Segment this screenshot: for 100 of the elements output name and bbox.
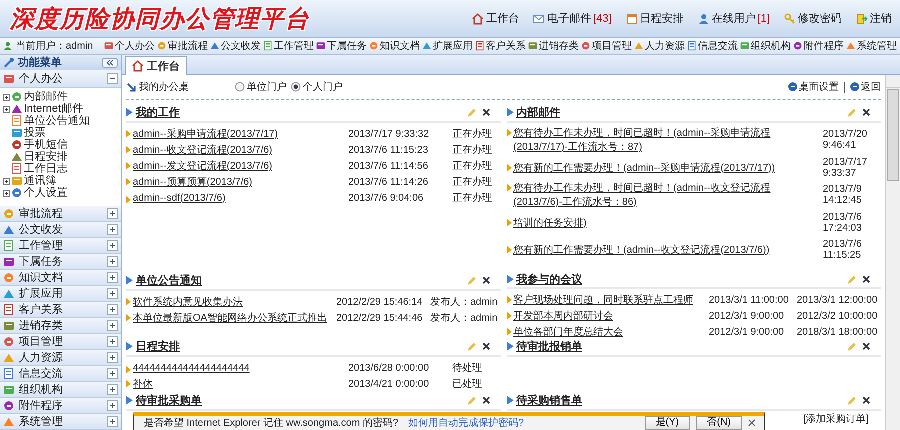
plus-icon[interactable] xyxy=(107,400,118,411)
close-icon[interactable] xyxy=(862,274,871,284)
menu-section[interactable]: 下属任务 xyxy=(0,254,121,270)
plus-icon[interactable] xyxy=(107,384,118,395)
menu-section[interactable]: 进销存类 xyxy=(0,318,121,334)
menu-section[interactable]: 工作管理 xyxy=(0,238,121,254)
plus-icon[interactable] xyxy=(107,224,118,235)
tree-item[interactable]: 通讯簿 xyxy=(3,175,121,188)
panel-title[interactable]: 待审批报销单 xyxy=(516,339,582,354)
module-link[interactable]: 项目管理 xyxy=(581,39,632,53)
plus-icon[interactable] xyxy=(107,272,118,283)
module-link[interactable]: 工作管理 xyxy=(263,39,314,53)
module-link[interactable]: 人力资源 xyxy=(634,39,685,53)
close-icon[interactable] xyxy=(862,396,871,404)
radio-icon[interactable] xyxy=(235,82,245,92)
module-link[interactable]: 公文收发 xyxy=(210,39,261,53)
minus-icon[interactable] xyxy=(107,73,118,84)
tree-item[interactable]: 工作日志 xyxy=(3,163,121,176)
close-icon[interactable] xyxy=(862,108,871,116)
header-link[interactable]: 注销 xyxy=(856,11,892,26)
header-link[interactable]: 日程安排 xyxy=(626,11,684,26)
tree-item[interactable]: 内部邮件 xyxy=(3,91,121,104)
plus-icon[interactable] xyxy=(107,336,118,347)
collapse-icon[interactable] xyxy=(102,58,118,68)
item-link[interactable]: 补休 xyxy=(133,377,153,391)
menu-section[interactable]: 客户关系 xyxy=(0,302,121,318)
item-link[interactable]: 软件系统内意见收集办法 xyxy=(133,295,243,309)
tree-item[interactable]: Internet邮件 xyxy=(3,103,121,116)
portal-radio[interactable]: 个人门户 xyxy=(291,80,343,94)
close-icon[interactable] xyxy=(482,342,490,350)
menu-section[interactable]: 组织机构 xyxy=(0,382,121,398)
module-link[interactable]: 系统管理 xyxy=(846,39,897,53)
module-link[interactable]: 进销存类 xyxy=(528,39,579,53)
menu-section[interactable]: 附件程序 xyxy=(0,398,121,414)
menu-section[interactable]: 系统管理 xyxy=(0,414,121,430)
menu-section[interactable]: 信息交流 xyxy=(0,366,121,382)
menu-section[interactable]: 审批流程 xyxy=(0,206,121,222)
module-link[interactable]: 扩展应用 xyxy=(422,39,473,53)
module-link[interactable]: 下属任务 xyxy=(316,39,367,53)
scrollbar[interactable] xyxy=(885,75,900,430)
item-link[interactable]: 单位各部门年度总结大会 xyxy=(514,325,624,339)
panel-title[interactable]: 待采购销售单 xyxy=(516,393,582,408)
module-link[interactable]: 附件程序 xyxy=(793,39,844,53)
module-link[interactable]: 信息交流 xyxy=(687,39,738,53)
tab[interactable]: 工作台 xyxy=(125,56,187,75)
plus-icon[interactable] xyxy=(107,304,118,315)
tree-item[interactable]: 单位公告通知 xyxy=(3,115,121,128)
desk-action-link[interactable]: 桌面设置 xyxy=(788,80,839,94)
close-icon[interactable] xyxy=(862,342,871,350)
item-link[interactable]: 您有待办工作未办理，时间已超时！(admin--收文登记流程(2013/7/6)-工作流水号：86) xyxy=(514,181,819,209)
item-link[interactable]: 您有新的工作需要办理！(admin--收文登记流程(2013/7/6)) xyxy=(514,242,770,256)
module-link[interactable]: 客户关系 xyxy=(475,39,526,53)
menu-section[interactable]: 扩展应用 xyxy=(0,286,121,302)
module-link[interactable]: 个人办公 xyxy=(104,39,155,53)
item-link[interactable]: 培训的任务安排) xyxy=(514,216,587,230)
expand-icon[interactable] xyxy=(3,190,10,197)
menu-section[interactable]: 知识文档 xyxy=(0,270,121,286)
item-link[interactable]: admin--收文登记流程(2013/7/6) xyxy=(133,143,272,157)
help-link[interactable]: 如何用自动完成保护密码? xyxy=(408,416,524,430)
item-link[interactable]: 开发部本周内部研讨会 xyxy=(514,309,614,323)
panel-title[interactable]: 我的工作 xyxy=(136,105,180,120)
plus-icon[interactable] xyxy=(107,352,118,363)
notification-button[interactable]: 是(Y) xyxy=(644,416,690,430)
plus-icon[interactable] xyxy=(107,256,118,267)
panel-title[interactable]: 日程安排 xyxy=(136,339,180,354)
item-link[interactable]: 您有新的工作需要办理！(admin--采购申请流程(2013/7/17)) xyxy=(514,160,776,174)
item-link[interactable]: 本单位最新版OA智能网络办公系统正式推出 xyxy=(133,311,328,325)
portal-radio[interactable]: 单位门户 xyxy=(235,80,287,94)
plus-icon[interactable] xyxy=(107,240,118,251)
expand-icon[interactable] xyxy=(3,178,10,185)
item-link[interactable]: admin--预算预算(2013/7/6) xyxy=(133,175,252,189)
panel-title[interactable]: 内部邮件 xyxy=(516,105,560,120)
plus-icon[interactable] xyxy=(107,368,118,379)
close-icon[interactable] xyxy=(482,276,490,284)
tree-item[interactable]: 个人设置 xyxy=(3,187,121,200)
desk-action-link[interactable]: 返回 xyxy=(850,80,881,94)
item-link[interactable]: admin--sdf(2013/7/6) xyxy=(133,192,226,204)
menu-section[interactable]: 人力资源 xyxy=(0,350,121,366)
menu-section[interactable]: 个人办公 xyxy=(0,70,121,88)
panel-title[interactable]: 我参与的会议 xyxy=(516,272,582,287)
close-icon[interactable] xyxy=(482,108,490,116)
item-link[interactable]: 客户现场处理问题，同时联系驻点工程师 xyxy=(514,293,694,307)
close-icon[interactable] xyxy=(748,419,756,427)
item-link[interactable]: admin--采购申请流程(2013/7/17) xyxy=(133,127,278,141)
plus-icon[interactable] xyxy=(107,288,118,299)
panel-title[interactable]: 待审批采购单 xyxy=(136,393,202,408)
tree-item[interactable]: 日程安排 xyxy=(3,151,121,164)
tree-item[interactable]: 手机短信 xyxy=(3,139,121,152)
header-link[interactable]: 工作台 xyxy=(472,11,520,26)
module-link[interactable]: 审批流程 xyxy=(157,39,208,53)
radio-icon[interactable] xyxy=(291,82,301,92)
module-link[interactable]: 知识文档 xyxy=(369,39,420,53)
header-link[interactable]: 在线用户 [1] xyxy=(698,11,770,26)
header-link[interactable]: 修改密码 xyxy=(784,11,842,26)
tree-item[interactable]: 投票 xyxy=(3,127,121,140)
module-link[interactable]: 组织机构 xyxy=(740,39,791,53)
header-link[interactable]: 电子邮件 [43] xyxy=(533,11,612,26)
plus-icon[interactable] xyxy=(107,208,118,219)
item-link[interactable]: 您有待办工作未办理，时间已超时！(admin--采购申请流程(2013/7/17)-工作流水号：87) xyxy=(514,126,819,154)
expand-icon[interactable] xyxy=(3,94,10,101)
